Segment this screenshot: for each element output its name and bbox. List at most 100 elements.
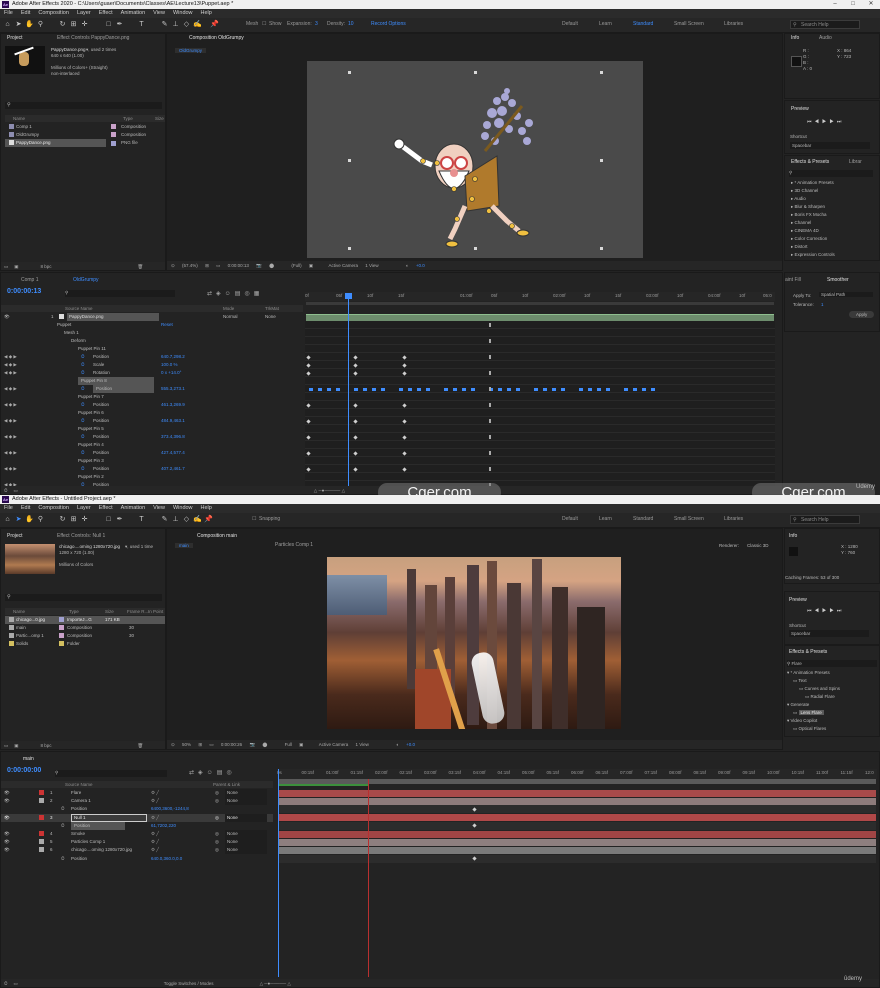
menu-effect[interactable]: Effect	[95, 504, 117, 513]
property-row[interactable]: Puppet Pin 3	[1, 457, 303, 465]
draft-3d-icon[interactable]: ◈	[216, 291, 225, 297]
keyframe-nav-icon[interactable]: ◀ ◆ ▶	[4, 433, 17, 441]
home-icon[interactable]: ⌂	[3, 515, 12, 524]
effects-item[interactable]: ▸ Boris FX Mocha	[791, 211, 827, 219]
keyframe-nav-icon[interactable]: ◀ ◆ ▶	[4, 465, 17, 473]
exposure-icon[interactable]: ◐	[396, 742, 399, 747]
col-in-point[interactable]: In Point	[148, 608, 163, 615]
label-color[interactable]	[39, 831, 44, 836]
minimize-icon[interactable]: –	[828, 0, 842, 9]
keyframe-selected[interactable]	[534, 387, 538, 391]
puppet-character[interactable]	[307, 61, 643, 258]
prev-frame-icon[interactable]: ◀	[815, 119, 822, 125]
shy-icon[interactable]: ☺	[225, 291, 235, 297]
col-mode[interactable]: Mode	[223, 305, 234, 312]
parent-select[interactable]: None	[225, 789, 267, 797]
roi-icon[interactable]: ▣	[299, 742, 303, 747]
keyframe-nav-icon[interactable]: ◀ ◆ ▶	[4, 353, 17, 361]
switches-icons[interactable]: ⚙ ╱	[151, 830, 159, 838]
keyframe-selected[interactable]	[552, 387, 556, 391]
property-row[interactable]: ⏱ Position 640.0,360.0,0.0	[1, 855, 273, 863]
menu-layer[interactable]: Layer	[73, 9, 95, 18]
tab-effects-presets[interactable]: Effects & Presets	[791, 159, 829, 165]
keyframe-selected[interactable]	[408, 387, 412, 391]
timeline-timecode[interactable]: 0:00:00:13	[7, 288, 41, 295]
keyframe[interactable]	[352, 418, 358, 424]
keyframe[interactable]	[352, 402, 358, 408]
render-time-icon[interactable]: ⏱	[4, 981, 8, 986]
menu-composition[interactable]: Composition	[34, 504, 73, 513]
effects-item[interactable]: ▾ Video Copilot	[787, 717, 817, 725]
property-row[interactable]: Puppet Reset	[1, 321, 303, 329]
workspace-small-screen[interactable]: Small Screen	[674, 21, 704, 27]
eye-icon[interactable]: 👁	[4, 846, 10, 854]
keyframe[interactable]	[352, 466, 358, 472]
rotate-tool-icon[interactable]: ↻	[58, 515, 67, 524]
property-row[interactable]: ⏱ ◀ ◆ ▶ Position 555.3,273.1	[1, 385, 303, 393]
toggle-switches-modes[interactable]: Toggle Switches / Modes	[164, 981, 214, 986]
stopwatch-icon[interactable]: ⏱	[61, 855, 65, 863]
composition-viewer[interactable]	[307, 61, 643, 258]
keyframe-selected[interactable]	[381, 387, 385, 391]
property-value[interactable]: 61,7202,220	[151, 822, 176, 830]
menu-help[interactable]: Help	[197, 9, 216, 18]
stopwatch-icon[interactable]: ⏱	[81, 449, 85, 457]
channel-icon[interactable]: ⬤	[269, 263, 274, 268]
keyframe-selected[interactable]	[399, 387, 403, 391]
property-row[interactable]: Puppet Pin 4	[1, 441, 303, 449]
parent-select[interactable]: None	[225, 830, 267, 838]
channel-icon[interactable]: ⬤	[262, 742, 267, 747]
menu-edit[interactable]: Edit	[17, 504, 34, 513]
keyframe-nav-icon[interactable]: ◀ ◆ ▶	[4, 385, 17, 393]
effects-item[interactable]: ▭ Text	[793, 677, 807, 685]
property-value[interactable]: 100.0 %	[161, 361, 178, 369]
zoom-tool-icon[interactable]: ⚲	[36, 20, 45, 29]
label-color[interactable]	[39, 814, 44, 820]
keyframe-selected[interactable]	[651, 387, 655, 391]
current-time-indicator[interactable]	[278, 769, 279, 977]
project-item[interactable]: Comp 1 Composition	[5, 123, 165, 131]
roto-tool-icon[interactable]: ✍	[193, 20, 202, 29]
prev-frame-icon[interactable]: ◀	[815, 608, 822, 614]
exposure-value[interactable]: +0.0	[416, 263, 425, 268]
col-source-name[interactable]: Source Name	[65, 305, 93, 312]
switches-icons[interactable]: ⚙ ╱	[151, 838, 159, 846]
tab-effect-controls[interactable]: Effect Controls PappyDance.png	[57, 35, 129, 41]
col-parent-link[interactable]: Parent & Link	[213, 781, 240, 788]
timeline-timecode[interactable]: 0:00:00:00	[7, 767, 41, 774]
workspace-learn[interactable]: Learn	[599, 516, 612, 522]
comp-subtab[interactable]: OldGrumpy	[175, 48, 207, 53]
property-row[interactable]: ⏱ ◀ ◆ ▶ Scale 100.0 %	[1, 361, 303, 369]
layer-mode[interactable]: Normal	[223, 313, 238, 321]
switches-icons[interactable]: ⚙ ╱	[151, 797, 159, 805]
stopwatch-icon[interactable]: ⏱	[61, 805, 65, 813]
keyframe-selected[interactable]	[516, 387, 520, 391]
col-name[interactable]: Name	[13, 115, 25, 122]
timeline-layer-row[interactable]: 👁 6 chicago....oming 1280x720.jpg ⚙ ╱ ◎ None	[1, 846, 273, 855]
tab-libraries[interactable]: Librar	[849, 159, 862, 165]
parent-select[interactable]: None	[225, 797, 267, 806]
tab-info[interactable]: Info	[789, 533, 797, 539]
keyframe-selected[interactable]	[327, 387, 331, 391]
switches-icons[interactable]: ⚙ ╱	[151, 846, 159, 854]
hand-tool-icon[interactable]: ✋	[25, 20, 34, 29]
stopwatch-icon[interactable]: ⏱	[81, 353, 85, 361]
keyframe-selected[interactable]	[426, 387, 430, 391]
snapping-checkbox-icon[interactable]: ☐	[252, 516, 256, 522]
zoom-slider[interactable]: △ ─●───── △	[314, 488, 345, 493]
roto-tool-icon[interactable]: ✍	[193, 515, 202, 524]
show-checkbox-icon[interactable]: ☐	[262, 21, 266, 27]
home-icon[interactable]: ⌂	[3, 20, 12, 29]
property-row[interactable]: ⏱ ◀ ◆ ▶ Position 373.4,396.8	[1, 433, 303, 441]
eye-icon[interactable]: 👁	[4, 838, 10, 846]
tab-composition[interactable]: Composition main	[197, 533, 237, 539]
stopwatch-icon[interactable]: ⏱	[81, 369, 85, 377]
keyframe-selected[interactable]	[498, 387, 502, 391]
type-tool-icon[interactable]: T	[137, 515, 146, 524]
timeline-layer-row[interactable]: 👁 2 Camera 1 ⚙ ╱ ◎ None	[1, 797, 273, 806]
menu-edit[interactable]: Edit	[17, 9, 34, 18]
parent-pickwhip-icon[interactable]: ◎	[215, 789, 219, 797]
new-comp-icon[interactable]: ▣	[14, 743, 18, 748]
folder-icon[interactable]: ▭	[4, 264, 8, 269]
next-frame-icon[interactable]: ▶	[829, 608, 836, 614]
